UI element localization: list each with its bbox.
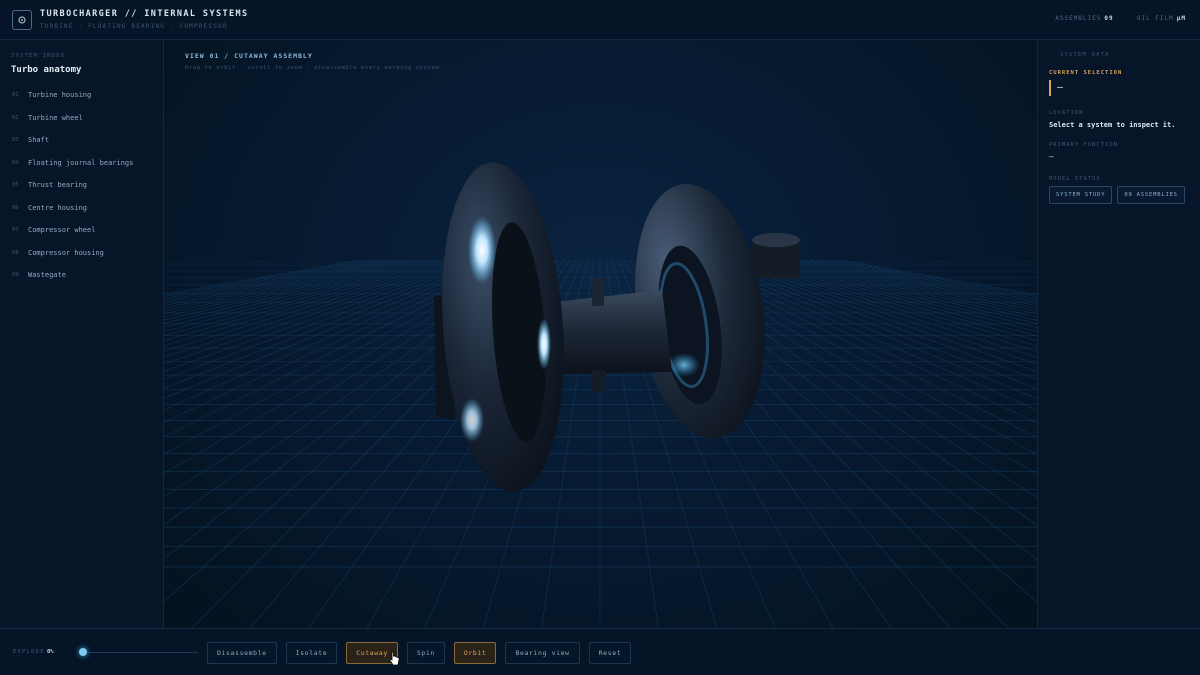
- sidebar-item-number: 04: [12, 159, 19, 166]
- sidebar-item[interactable]: 05 Thrust bearing: [12, 181, 133, 204]
- current-selection-label: CURRENT SELECTION: [1049, 70, 1123, 76]
- panel-kicker: SYSTEM DATA: [1060, 52, 1110, 58]
- location-label: LOCATION: [1049, 110, 1084, 116]
- stat-assemblies-label: ASSEMBLIES: [1055, 15, 1102, 22]
- stat-oil-film-label: OIL FILM: [1136, 15, 1174, 22]
- primary-function-label: PRIMARY FUNCTION: [1049, 142, 1118, 148]
- toolbar-buttons: Disassemble Isolate Cutaway Spin Orbit Bearin…: [207, 642, 632, 664]
- disassemble-button[interactable]: Disassemble: [207, 642, 277, 664]
- sidebar-item[interactable]: 01 Turbine housing: [12, 91, 133, 114]
- viewport-title: VIEW 01 / CUTAWAY ASSEMBLY: [185, 52, 313, 60]
- sidebar-item-number: 07: [12, 227, 19, 233]
- control-toolbar: EXPLODE 0% Disassemble Isolate Cutaway Spin…: [0, 628, 1200, 675]
- status-badge-system-study: SYSTEM STUDY: [1049, 186, 1113, 204]
- sidebar-item-label: Turbine housing: [28, 91, 92, 99]
- model-status-label: MODEL STATUS: [1049, 176, 1101, 182]
- stat-assemblies-value: 09: [1104, 15, 1114, 22]
- stat-oil-film-value: µM: [1176, 15, 1186, 22]
- app-title: TURBOCHARGER // INTERNAL SYSTEMS: [40, 9, 249, 19]
- sidebar-item[interactable]: 04 Floating journal bearings: [12, 159, 133, 182]
- explode-slider-handle[interactable]: [79, 648, 87, 656]
- location-value: Select a system to inspect it.: [1049, 121, 1176, 129]
- sidebar-item[interactable]: 02 Turbine wheel: [12, 114, 133, 137]
- status-chips: SYSTEM STUDY 09 ASSEMBLIES: [1049, 186, 1185, 204]
- bearing-view-button[interactable]: Bearing view: [505, 642, 580, 664]
- header-stats: ASSEMBLIES 09 OIL FILM µM: [1055, 15, 1186, 22]
- 3d-viewport[interactable]: VIEW 01 / CUTAWAY ASSEMBLY Drag to orbit…: [164, 40, 1037, 628]
- hand-pointer-icon: [389, 651, 400, 666]
- orbit-button[interactable]: Orbit: [453, 642, 497, 664]
- turbine-housing[interactable]: [432, 158, 575, 496]
- status-badge-assemblies: 09 ASSEMBLIES: [1117, 186, 1185, 204]
- turbocharger-model[interactable]: [164, 40, 1037, 628]
- gear-icon[interactable]: [12, 10, 32, 30]
- sidebar-item-number: 05: [12, 182, 19, 188]
- sidebar-item-label: Compressor wheel: [28, 226, 96, 234]
- sidebar-title: Turbo anatomy: [11, 65, 82, 75]
- sidebar-item-number: 02: [12, 114, 19, 121]
- app-subtitle: TURBINE · FLOATING BEARING · COMPRESSOR: [40, 23, 228, 30]
- explode-value: 0%: [47, 649, 54, 655]
- current-selection-value: —: [1049, 80, 1063, 96]
- sidebar-item-number: 09: [12, 272, 19, 278]
- sidebar-item-label: Thrust bearing: [28, 181, 88, 189]
- reset-button[interactable]: Reset: [588, 642, 632, 664]
- sidebar-item-label: Shaft: [28, 136, 50, 144]
- viewport-hint: Drag to orbit · scroll to zoom · disasse…: [185, 65, 440, 71]
- sidebar-item[interactable]: 08 Compressor housing: [12, 249, 133, 272]
- sidebar-item[interactable]: 09 Wastegate: [12, 271, 133, 294]
- explode-slider[interactable]: [79, 648, 198, 656]
- sidebar-item-label: Centre housing: [28, 203, 88, 212]
- spin-button[interactable]: Spin: [406, 642, 445, 664]
- sidebar-item-label: Turbine wheel: [28, 113, 83, 122]
- sidebar-item-label: Floating journal bearings: [28, 158, 134, 167]
- sidebar-item-number: 03: [12, 137, 19, 143]
- sidebar-item-number: 08: [12, 249, 19, 256]
- sidebar-item-number: 01: [12, 92, 19, 98]
- system-data-panel: SYSTEM DATA CURRENT SELECTION — LOCATION…: [1037, 40, 1200, 628]
- system-index-sidebar: SYSTEM INDEX Turbo anatomy 01 Turbine hou…: [0, 40, 164, 628]
- app-header: TURBOCHARGER // INTERNAL SYSTEMS TURBINE…: [0, 0, 1200, 40]
- primary-function-value: —: [1049, 152, 1054, 161]
- system-list: 01 Turbine housing 02 Turbine wheel 03 Shaft 0…: [12, 91, 133, 294]
- sidebar-item-label: Compressor housing: [28, 248, 104, 257]
- sidebar-item[interactable]: 03 Shaft: [12, 136, 133, 159]
- sidebar-item[interactable]: 07 Compressor wheel: [12, 226, 133, 249]
- sidebar-item-number: 06: [12, 204, 19, 211]
- sidebar-item-label: Wastegate: [28, 271, 66, 279]
- sidebar-item[interactable]: 06 Centre housing: [12, 204, 133, 227]
- isolate-button[interactable]: Isolate: [285, 642, 338, 664]
- explode-label: EXPLODE: [13, 649, 45, 655]
- sidebar-kicker: SYSTEM INDEX: [11, 53, 66, 59]
